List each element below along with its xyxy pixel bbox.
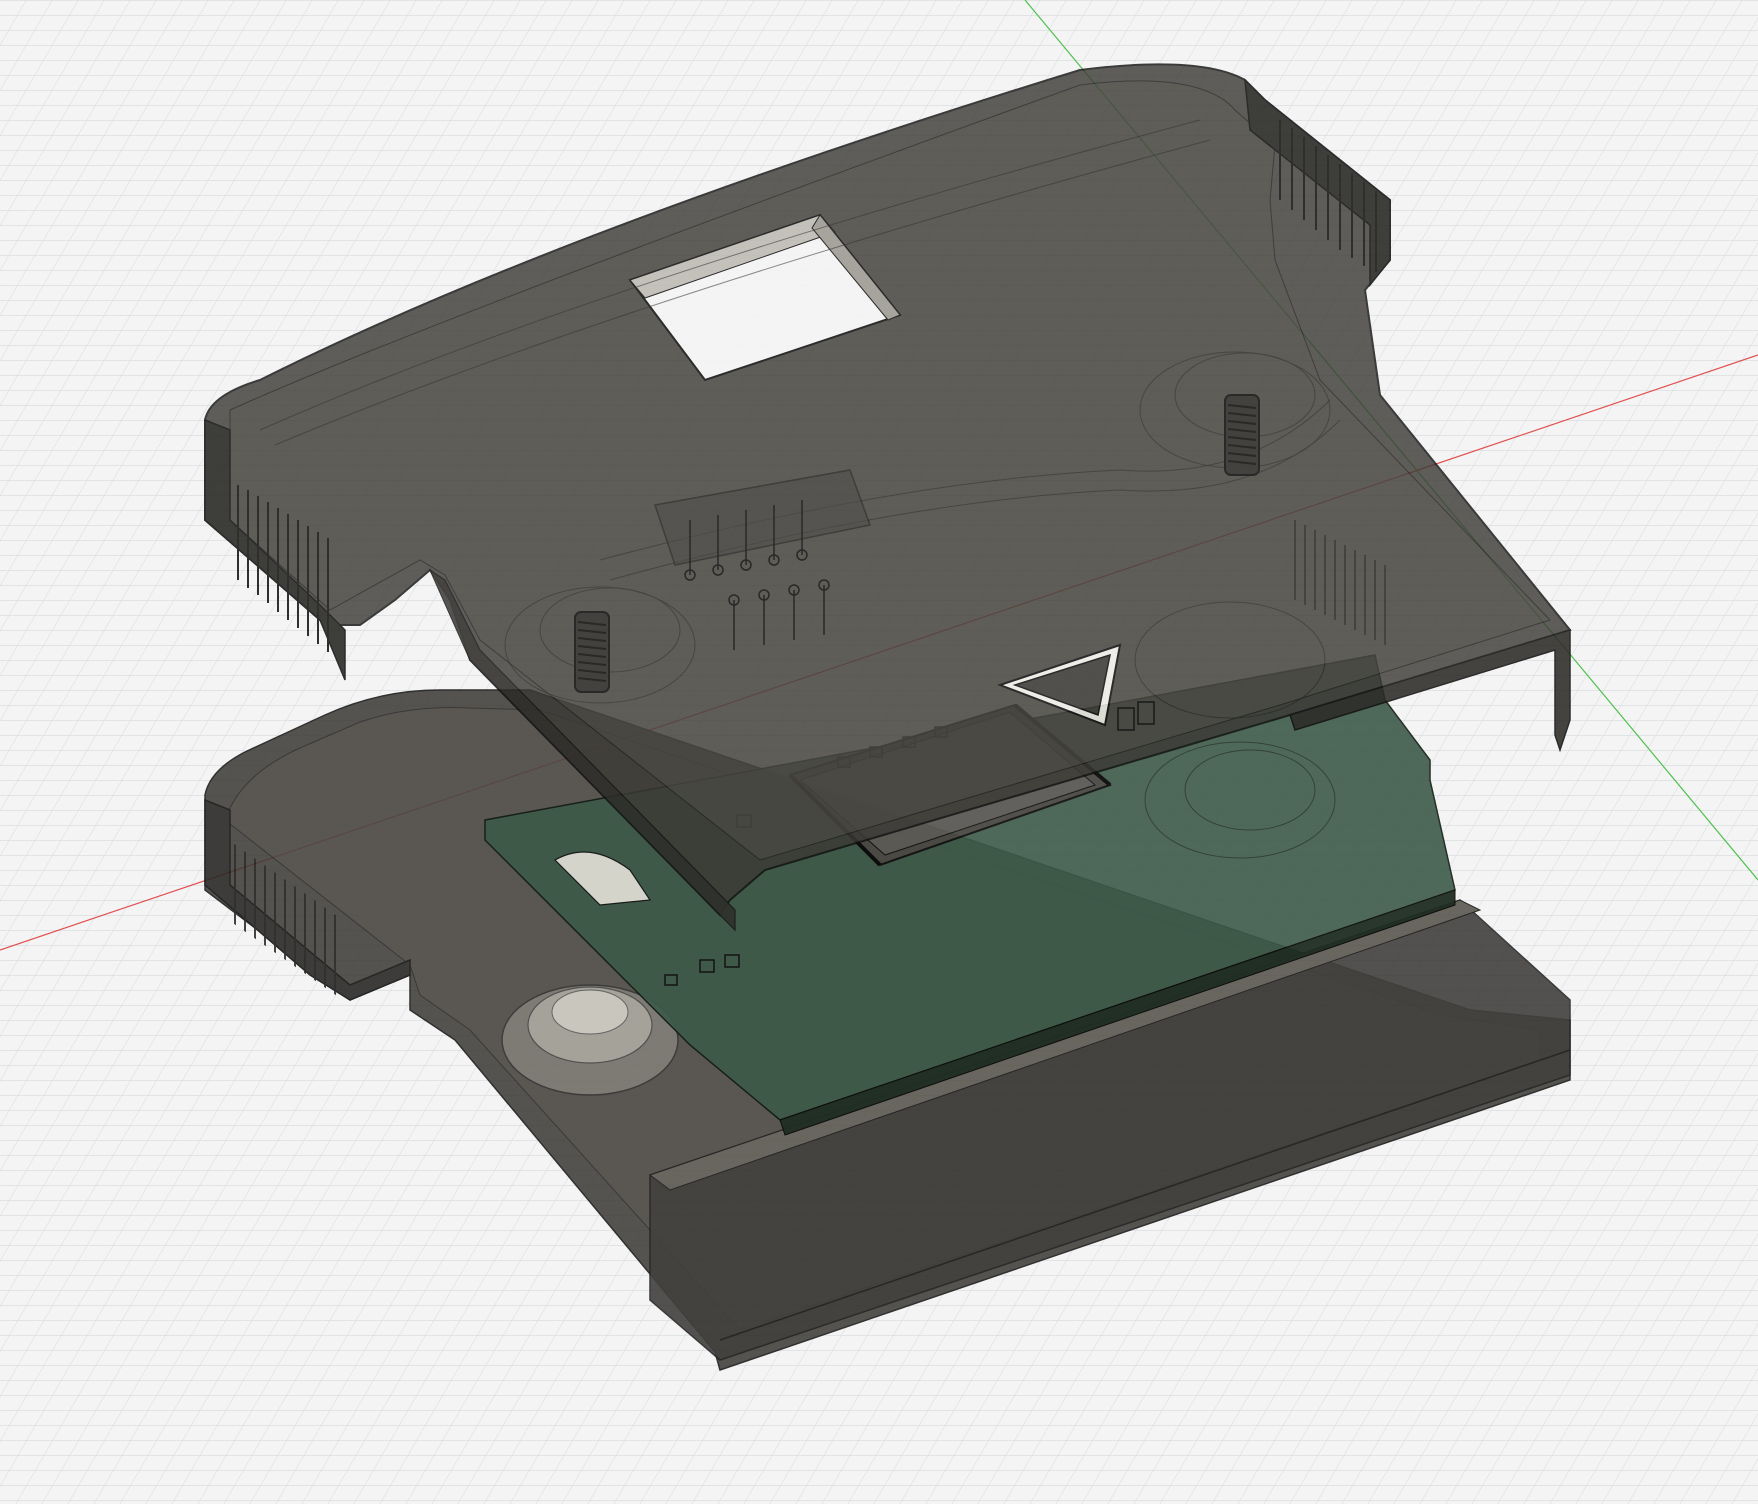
spring-left — [574, 611, 610, 693]
spring-right — [1224, 394, 1260, 476]
model-scene[interactable] — [0, 0, 1758, 1504]
cad-viewport[interactable] — [0, 0, 1758, 1504]
